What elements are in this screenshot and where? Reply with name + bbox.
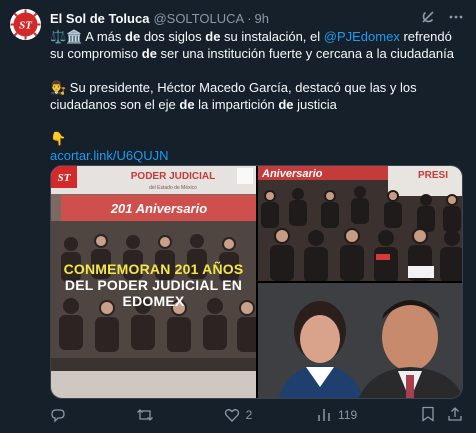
like-button[interactable]: 2 (224, 407, 253, 423)
headline-overlay: CONMEMORAN 201 AÑOS DEL PODER JUDICIAL E… (63, 261, 244, 309)
author-name[interactable]: El Sol de Toluca (50, 11, 149, 26)
repost-icon (136, 409, 153, 421)
media-grid: ST PODER JUDICIAL del Estado de México 2… (50, 165, 463, 399)
paragraph-3: 👇 (50, 130, 466, 147)
svg-text:Aniversario: Aniversario (261, 168, 323, 180)
reply-icon (51, 409, 65, 423)
bookmark-icon[interactable] (421, 406, 435, 425)
heart-icon (224, 409, 239, 422)
share-icon[interactable] (447, 406, 463, 425)
media-image-right-bottom[interactable] (258, 283, 462, 398)
views-count: 119 (338, 408, 358, 422)
reply-button[interactable] (50, 407, 72, 423)
svg-text:PODER JUDICIAL: PODER JUDICIAL (131, 171, 215, 182)
tweet-text: ⚖️🏛️ A más de dos siglos de su instalaci… (50, 28, 466, 164)
like-count: 2 (245, 408, 253, 422)
paragraph-2: 👨‍⚖️ Su presidente, Héctor Macedo García… (50, 80, 417, 112)
svg-text:201 Aniversario: 201 Aniversario (110, 201, 207, 216)
article-link[interactable]: acortar.link/U6QUJN (50, 148, 168, 163)
closeup-photo (258, 283, 462, 398)
media-image-right-top[interactable]: Aniversario PRESI (258, 166, 462, 281)
author-handle[interactable]: @SOLTOLUCA (153, 11, 244, 26)
svg-text:PRESI: PRESI (418, 170, 448, 181)
media-image-left[interactable]: ST PODER JUDICIAL del Estado de México 2… (51, 166, 256, 398)
mention-pjedomex[interactable]: @PJEdomex (324, 29, 400, 44)
sol-de-toluca-logo: ST (10, 9, 41, 40)
avatar[interactable]: ST (10, 9, 41, 40)
grok-icon[interactable] (420, 9, 436, 28)
action-bar: 2 119 (50, 405, 463, 425)
svg-text:del Estado de México: del Estado de México (149, 185, 197, 191)
scales-building-emoji: ⚖️🏛️ (50, 29, 83, 44)
views-chart-icon (318, 409, 330, 421)
more-options-icon[interactable] (448, 9, 464, 28)
paragraph-1: ⚖️🏛️ A más de dos siglos de su instalaci… (50, 29, 454, 61)
separator-dot: · (247, 10, 252, 26)
post-time[interactable]: 9h (255, 11, 269, 26)
svg-text:ST: ST (58, 172, 72, 184)
judge-emoji: 👨‍⚖️ (50, 80, 67, 95)
tweet[interactable]: ST El Sol de Toluca @SOLTOLUCA · 9h ⚖️🏛️… (0, 0, 476, 433)
svg-text:ST: ST (19, 20, 33, 32)
tweet-header: El Sol de Toluca @SOLTOLUCA · 9h (50, 9, 464, 27)
repost-button[interactable] (136, 407, 160, 423)
views-button[interactable]: 119 (316, 407, 357, 423)
group-photo: Aniversario PRESI (258, 166, 462, 281)
pointing-down-emoji: 👇 (50, 131, 67, 146)
